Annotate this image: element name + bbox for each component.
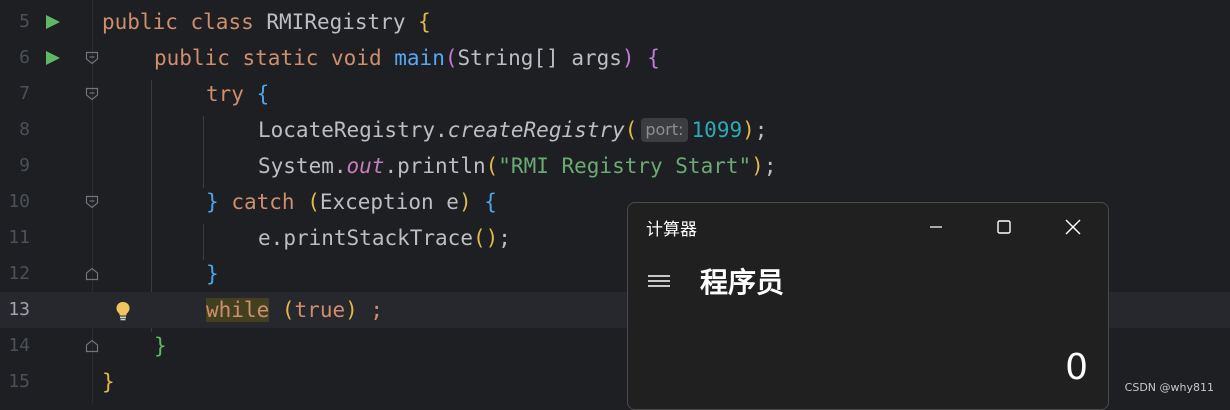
maximize-icon — [997, 220, 1011, 234]
minimize-icon — [930, 226, 942, 228]
calculator-title: 计算器 — [646, 220, 697, 240]
line-number: 14 — [8, 335, 30, 356]
line-number: 7 — [19, 83, 30, 104]
code-text: } — [102, 370, 115, 394]
line-number: 11 — [8, 227, 30, 248]
run-icon[interactable] — [46, 51, 60, 65]
calculator-window[interactable]: 计算器 程序员 0 — [627, 202, 1109, 410]
maximize-button[interactable] — [982, 211, 1026, 243]
fold-end-icon[interactable] — [85, 267, 99, 281]
hamburger-icon[interactable] — [648, 274, 670, 288]
line-number: 12 — [8, 263, 30, 284]
code-line[interactable]: 9 System.out.println("RMI Registry Start… — [0, 148, 1230, 184]
run-icon[interactable] — [46, 15, 60, 29]
code-text: public class RMIRegistry { — [102, 10, 431, 34]
code-text: LocateRegistry.createRegistry(port: 1099)… — [258, 118, 768, 142]
line-number: 10 — [8, 191, 30, 212]
code-line[interactable]: 7 try { — [0, 76, 1230, 112]
line-number: 15 — [8, 371, 30, 392]
line-number: 8 — [19, 119, 30, 140]
watermark: CSDN @why811 — [1124, 381, 1214, 394]
fold-icon[interactable] — [85, 87, 99, 101]
code-line[interactable]: 5 public class RMIRegistry { — [0, 4, 1230, 40]
minimize-button[interactable] — [914, 211, 958, 243]
calculator-mode-title: 程序员 — [700, 266, 785, 299]
calculator-display: 0 — [1065, 347, 1088, 388]
fold-end-icon[interactable] — [85, 339, 99, 353]
code-text: } — [206, 262, 219, 286]
close-button[interactable] — [1051, 211, 1095, 243]
code-text: } catch (Exception e) { — [206, 190, 497, 214]
line-number: 5 — [19, 11, 30, 32]
lightbulb-icon[interactable] — [115, 301, 131, 321]
line-number: 13 — [8, 299, 30, 320]
fold-icon[interactable] — [85, 51, 99, 65]
code-text: try { — [206, 82, 270, 106]
code-text: while (true) ; — [206, 298, 384, 322]
parameter-hint: port: — [641, 118, 688, 142]
close-icon — [1065, 219, 1081, 235]
code-line[interactable]: 8 LocateRegistry.createRegistry(port: 109… — [0, 112, 1230, 148]
code-text: e.printStackTrace(); — [258, 226, 511, 250]
code-text: public static void main(String[] args) { — [154, 46, 660, 70]
code-text: System.out.println("RMI Registry Start")… — [258, 154, 777, 178]
code-line[interactable]: 6 public static void main(String[] args)… — [0, 40, 1230, 76]
fold-icon[interactable] — [85, 195, 99, 209]
line-number: 6 — [19, 47, 30, 68]
code-text: } — [154, 334, 167, 358]
line-number: 9 — [19, 155, 30, 176]
